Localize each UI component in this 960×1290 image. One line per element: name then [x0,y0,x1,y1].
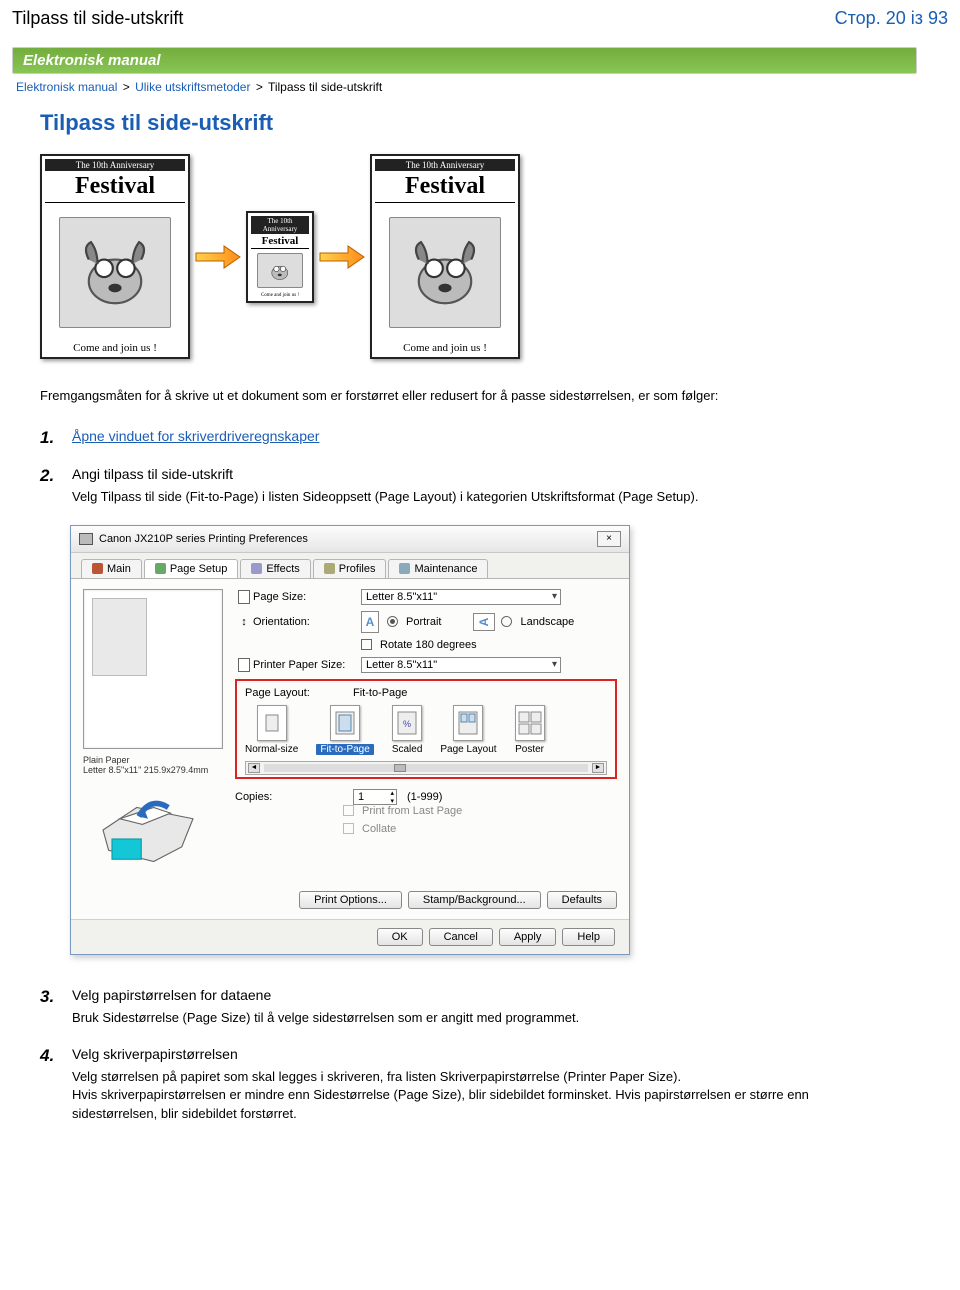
scroll-right-icon[interactable]: ► [592,763,604,773]
header-title: Tilpass til side-utskrift [12,8,183,29]
step-4-title: Velg skriverpapirstørrelsen [72,1046,892,1062]
layout-opt-scaled[interactable]: % Scaled [392,705,423,755]
poster-small: The 10th Anniversary Festival Come and j… [246,211,314,303]
tab-effects-icon [251,563,262,574]
page-size-select[interactable]: Letter 8.5"x11" [361,589,561,605]
layout-opt-page-layout[interactable]: Page Layout [440,705,496,755]
tab-page-setup[interactable]: Page Setup [144,559,239,578]
page-preview [83,589,223,749]
cancel-button[interactable]: Cancel [429,928,493,946]
page-icon [238,590,250,604]
printer-icon [79,533,93,545]
ok-button[interactable]: OK [377,928,423,946]
orientation-icon: ↕ [241,616,247,628]
arrow-right-icon [194,244,242,270]
portrait-radio[interactable] [387,616,398,627]
tab-effects[interactable]: Effects [240,559,310,578]
layout-opt-normal[interactable]: Normal-size [245,705,298,755]
layout-opt-fit[interactable]: Fit-to-Page [316,705,373,755]
copies-range: (1-999) [407,791,442,803]
tab-main[interactable]: Main [81,559,142,578]
tab-maintenance-icon [399,563,410,574]
copies-spinner[interactable]: 1 [353,789,397,805]
dog-icon [71,229,159,316]
print-last-label: Print from Last Page [362,805,462,817]
poster-large-2: The 10th Anniversary Festival Come and j… [370,154,520,359]
layout-opt-poster[interactable]: Poster [515,705,545,755]
step-2-title: Angi tilpass til side-utskrift [72,466,892,482]
tab-profiles[interactable]: Profiles [313,559,387,578]
arrow-right-icon [318,244,366,270]
print-options-button[interactable]: Print Options... [299,891,402,909]
scroll-left-icon[interactable]: ◄ [248,763,260,773]
stamp-background-button[interactable]: Stamp/Background... [408,891,541,909]
dialog-title-text: Canon JX210P series Printing Preferences [99,533,308,545]
page-layout-highlight: Page Layout: Fit-to-Page Normal-size Fit… [235,679,617,779]
landscape-radio[interactable] [501,616,512,627]
page-layout-label: Page Layout: [245,687,353,699]
tab-main-icon [92,563,103,574]
dog-icon [401,229,489,316]
breadcrumb: Elektronisk manual > Ulike utskriftsmeto… [12,80,948,94]
step-3-title: Velg papirstørrelsen for dataene [72,987,892,1003]
printer-paper-label: Printer Paper Size: [253,659,361,671]
printing-preferences-dialog: Canon JX210P series Printing Preferences… [70,525,630,955]
defaults-button[interactable]: Defaults [547,891,617,909]
print-last-checkbox[interactable] [343,805,354,816]
tab-profiles-icon [324,563,335,574]
paper-icon [238,658,250,672]
svg-text:%: % [403,719,411,729]
landscape-label: Landscape [520,616,574,628]
close-button[interactable]: × [597,531,621,547]
rotate-label: Rotate 180 degrees [380,639,477,651]
layout-scrollbar[interactable]: ◄ ► [245,761,607,775]
step-4-number: 4. [40,1046,62,1066]
rotate-checkbox[interactable] [361,639,372,650]
copies-label: Copies: [235,791,343,803]
dog-icon [262,257,298,284]
step-4-desc-2: Hvis skriverpapirstørrelsen er mindre en… [72,1086,892,1124]
breadcrumb-link-1[interactable]: Elektronisk manual [16,80,117,94]
help-button[interactable]: Help [562,928,615,946]
poster-large: The 10th Anniversary Festival Come and j… [40,154,190,359]
printer-drawing-icon [83,782,213,877]
intro-text: Fremgangsmåten for å skrive ut et dokume… [40,387,892,406]
page-indicator: Стор. 20 із 93 [835,8,948,29]
portrait-icon: A [361,611,379,633]
step-2-desc: Velg Tilpass til side (Fit-to-Page) i li… [72,488,892,507]
landscape-icon: A [473,613,495,631]
step-2-number: 2. [40,466,62,486]
preview-info: Plain Paper Letter 8.5"x11" 215.9x279.4m… [83,755,223,777]
portrait-label: Portrait [406,616,441,628]
tab-maintenance[interactable]: Maintenance [388,559,488,578]
fit-to-page-illustration: The 10th Anniversary Festival Come and j… [40,154,892,359]
collate-label: Collate [362,823,396,835]
step-1-title-link[interactable]: Åpne vinduet for skriverdriveregnskaper [72,428,319,444]
step-3-desc: Bruk Sidestørrelse (Page Size) til å vel… [72,1009,892,1028]
page-title: Tilpass til side-utskrift [40,110,892,136]
step-3-number: 3. [40,987,62,1007]
manual-banner: Elektronisk manual [12,47,917,74]
collate-checkbox[interactable] [343,823,354,834]
step-1-number: 1. [40,428,62,448]
page-size-label: Page Size: [253,591,361,603]
printer-paper-select[interactable]: Letter 8.5"x11" [361,657,561,673]
tab-page-setup-icon [155,563,166,574]
apply-button[interactable]: Apply [499,928,557,946]
orientation-label: Orientation: [253,616,361,628]
breadcrumb-current: Tilpass til side-utskrift [268,80,382,94]
page-layout-value: Fit-to-Page [353,687,407,699]
step-4-desc-1: Velg størrelsen på papiret som skal legg… [72,1068,892,1087]
breadcrumb-link-2[interactable]: Ulike utskriftsmetoder [135,80,250,94]
